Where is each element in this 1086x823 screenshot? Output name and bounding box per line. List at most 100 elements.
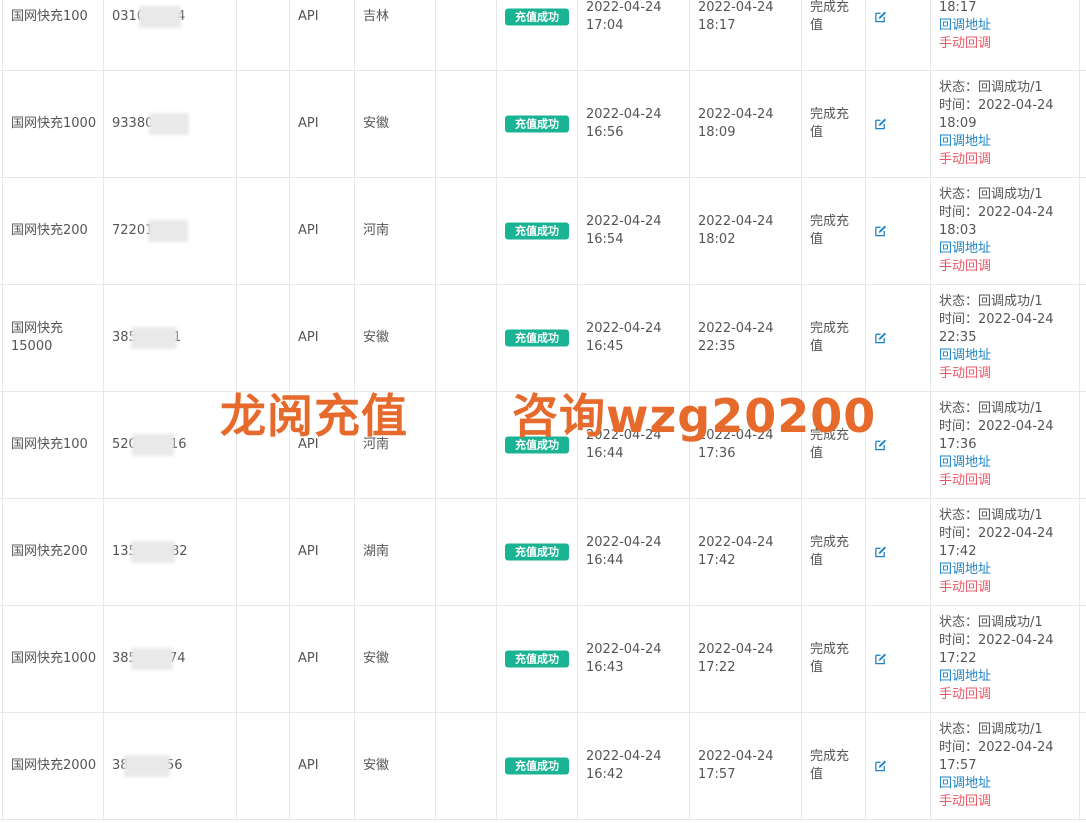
order-time-line: 16:42: [586, 767, 624, 782]
callback-info-line: 22:35: [939, 330, 977, 345]
complete-status-line: 值: [810, 339, 824, 354]
column-divider: [801, 713, 802, 819]
callback-info: 状态：回调成功/1 时间：2022-04-24 17:22 回调地址 手动回调: [939, 614, 1054, 704]
edit-icon[interactable]: [874, 332, 887, 345]
complete-status: 完成充值: [810, 748, 849, 784]
complete-status-line: 完成充: [810, 642, 850, 657]
callback-info-line: 时间：2022-04-24: [939, 526, 1054, 541]
complete-status: 完成充值: [810, 641, 849, 677]
order-time-line: 16:45: [586, 339, 624, 354]
order-time-line: 2022-04-24: [586, 107, 662, 122]
manual-callback-link[interactable]: 手动回调: [939, 686, 1054, 704]
manual-callback-link[interactable]: 手动回调: [939, 579, 1054, 597]
masked-digits: [124, 755, 170, 777]
column-divider: [1079, 71, 1080, 177]
column-divider: [103, 499, 104, 605]
callback-url-link[interactable]: 回调地址: [939, 668, 1054, 686]
column-divider: [577, 285, 578, 391]
callback-info-line: 17:42: [939, 544, 977, 559]
region: 安徽: [363, 758, 390, 773]
order-time-line: 2022-04-24: [586, 749, 662, 764]
product-name: 国网快充200: [11, 544, 88, 559]
callback-info-line: 状态：回调成功/1: [939, 722, 1043, 737]
status-badge: 充值成功: [505, 543, 569, 561]
column-divider: [289, 0, 290, 70]
column-divider: [354, 499, 355, 605]
edit-icon[interactable]: [874, 760, 887, 773]
column-divider: [930, 178, 931, 284]
order-time-line: 16:54: [586, 232, 624, 247]
callback-url-link[interactable]: 回调地址: [939, 347, 1054, 365]
column-divider: [1079, 499, 1080, 605]
channel: API: [298, 544, 319, 559]
edit-icon[interactable]: [874, 118, 887, 131]
table-row: 国网快充100 0310 4 API 吉林 充值成功 2022-04-24 17:04 2022…: [0, 0, 1086, 71]
complete-status: 完成充值: [810, 213, 849, 249]
column-divider: [930, 713, 931, 819]
callback-info-line: 18:03: [939, 223, 977, 238]
region: 安徽: [363, 330, 390, 345]
masked-digits: [149, 113, 189, 135]
complete-status-line: 完成充: [810, 107, 850, 122]
table-row: 国网快充1000 933800 API 安徽 充值成功 2022-04-24 16:56 20…: [0, 71, 1086, 178]
callback-info-line: 状态：回调成功/1: [939, 615, 1043, 630]
region: 湖南: [363, 544, 390, 559]
column-divider: [289, 285, 290, 391]
manual-callback-link[interactable]: 手动回调: [939, 35, 1054, 53]
column-divider: [435, 713, 436, 819]
column-divider: [865, 0, 866, 70]
callback-url-link[interactable]: 回调地址: [939, 240, 1054, 258]
order-time-line: 16:44: [586, 553, 624, 568]
column-divider: [435, 606, 436, 712]
callback-info-line: 17:36: [939, 437, 977, 452]
column-divider: [689, 0, 690, 70]
complete-status-line: 完成充: [810, 535, 850, 550]
manual-callback-link[interactable]: 手动回调: [939, 472, 1054, 490]
finish-time-line: 2022-04-24: [698, 321, 774, 336]
callback-info-line: 时间：2022-04-24: [939, 312, 1054, 327]
edit-icon[interactable]: [874, 653, 887, 666]
order-time: 2022-04-24 17:04: [586, 0, 662, 35]
status-badge: 充值成功: [505, 222, 569, 240]
masked-digits: [131, 541, 175, 563]
callback-url-link[interactable]: 回调地址: [939, 561, 1054, 579]
manual-callback-link[interactable]: 手动回调: [939, 793, 1054, 811]
order-time-line: 16:44: [586, 446, 624, 461]
callback-url-link[interactable]: 回调地址: [939, 133, 1054, 151]
column-divider: [865, 178, 866, 284]
product-name: 国网快充2000: [11, 758, 97, 773]
column-divider: [1079, 606, 1080, 712]
callback-url-link[interactable]: 回调地址: [939, 17, 1054, 35]
callback-url-link[interactable]: 回调地址: [939, 775, 1054, 793]
finish-time: 2022-04-24 17:22: [698, 641, 774, 677]
callback-info-line: 状态：回调成功/1: [939, 187, 1043, 202]
column-divider: [435, 392, 436, 498]
edit-icon[interactable]: [874, 225, 887, 238]
column-divider: [865, 606, 866, 712]
column-divider: [103, 392, 104, 498]
callback-info: 状态：回调成功/1 时间：2022-04-24 17:36 回调地址 手动回调: [939, 400, 1054, 490]
column-divider: [577, 606, 578, 712]
column-divider: [930, 285, 931, 391]
column-divider: [689, 178, 690, 284]
column-divider: [435, 178, 436, 284]
column-divider: [354, 606, 355, 712]
manual-callback-link[interactable]: 手动回调: [939, 365, 1054, 383]
column-divider: [496, 178, 497, 284]
column-divider: [236, 713, 237, 819]
finish-time-line: 17:42: [698, 553, 736, 568]
manual-callback-link[interactable]: 手动回调: [939, 258, 1054, 276]
callback-url-link[interactable]: 回调地址: [939, 454, 1054, 472]
status-badge: 充值成功: [505, 650, 569, 668]
complete-status-line: 值: [810, 767, 824, 782]
order-time-line: 2022-04-24: [586, 214, 662, 229]
edit-icon[interactable]: [874, 546, 887, 559]
column-divider: [289, 499, 290, 605]
finish-time-line: 2022-04-24: [698, 107, 774, 122]
edit-icon[interactable]: [874, 11, 887, 24]
column-divider: [236, 0, 237, 70]
manual-callback-link[interactable]: 手动回调: [939, 151, 1054, 169]
column-divider: [496, 0, 497, 70]
column-divider: [435, 499, 436, 605]
complete-status-line: 值: [810, 18, 824, 33]
